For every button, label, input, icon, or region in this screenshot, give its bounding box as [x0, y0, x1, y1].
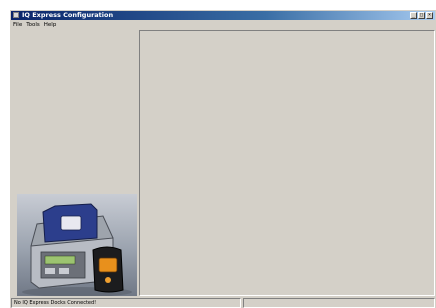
title-bar[interactable]: IQ Express Configuration _ □ × — [11, 11, 435, 20]
minimize-icon: _ — [411, 12, 415, 18]
minimize-button[interactable]: _ — [410, 12, 417, 19]
main-content-area — [139, 30, 435, 296]
status-bar: No IQ Express Docks Connected! — [11, 298, 435, 308]
maximize-icon: □ — [419, 12, 423, 18]
menu-file[interactable]: File — [13, 21, 22, 29]
app-window: IQ Express Configuration _ □ × File Tool… — [9, 9, 436, 308]
close-icon: × — [427, 12, 431, 18]
app-icon[interactable] — [13, 12, 19, 18]
status-message: No IQ Express Docks Connected! — [11, 298, 241, 308]
left-pane — [11, 30, 138, 296]
menu-tools[interactable]: Tools — [26, 21, 40, 29]
maximize-button[interactable]: □ — [418, 12, 425, 19]
menu-bar: File Tools Help — [11, 21, 435, 29]
dock-illustration — [22, 203, 132, 296]
menu-help[interactable]: Help — [44, 21, 57, 29]
close-button[interactable]: × — [426, 12, 433, 19]
dock-product-image — [17, 194, 137, 296]
status-panel-secondary — [243, 298, 435, 308]
window-controls: _ □ × — [410, 12, 433, 19]
window-title: IQ Express Configuration — [22, 11, 114, 19]
